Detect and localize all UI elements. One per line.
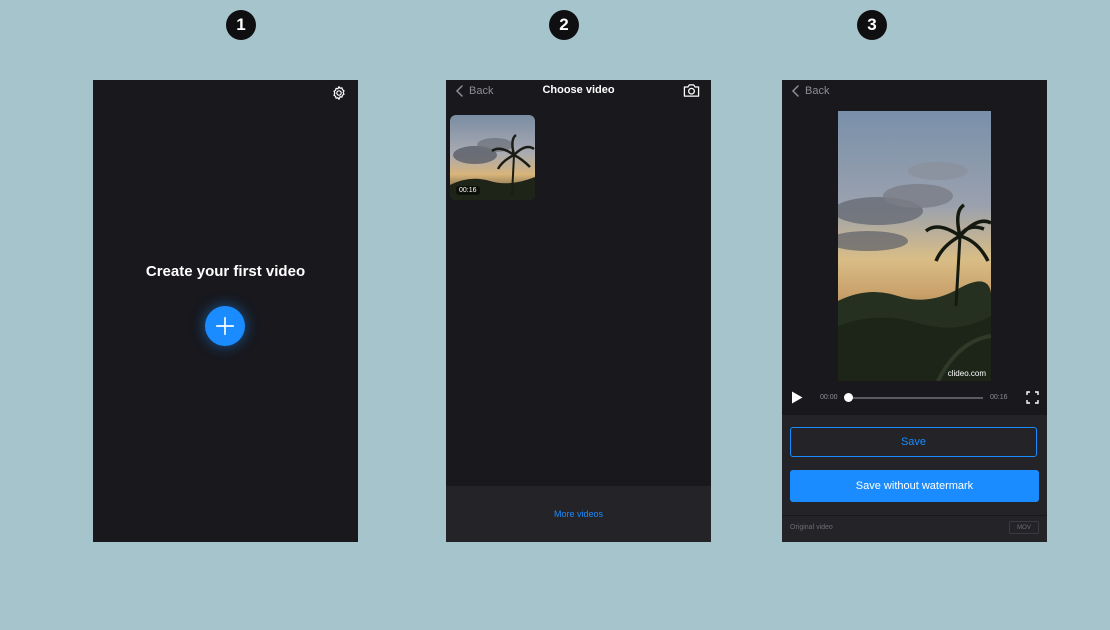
screen-choose-video: Back Choose video 00:16 More videos <box>446 80 711 542</box>
camera-icon[interactable] <box>683 83 700 98</box>
total-time: 00:16 <box>990 394 1008 401</box>
page-title: Create your first video <box>145 263 306 280</box>
watermark: clideo.com <box>947 369 986 378</box>
video-player[interactable]: clideo.com <box>838 111 991 381</box>
format-select[interactable]: MOV <box>1009 521 1039 534</box>
step-3-badge: 3 <box>857 10 887 40</box>
play-button[interactable] <box>791 391 803 404</box>
footer-bar: More videos <box>446 486 711 542</box>
fullscreen-button[interactable] <box>1026 391 1039 404</box>
more-videos-link[interactable]: More videos <box>554 509 603 519</box>
gear-icon[interactable] <box>331 85 347 101</box>
save-without-watermark-button[interactable]: Save without watermark <box>790 470 1039 502</box>
divider <box>782 515 1047 516</box>
fullscreen-icon <box>1026 391 1039 404</box>
back-label: Back <box>805 85 830 97</box>
screen-create-video: Create your first video <box>93 80 358 542</box>
step-1-badge: 1 <box>226 10 256 40</box>
back-button[interactable]: Back <box>791 84 829 98</box>
play-icon <box>792 391 803 404</box>
export-panel: Save Save without watermark Original vid… <box>782 415 1047 542</box>
progress-track[interactable] <box>848 397 983 399</box>
video-duration: 00:16 <box>456 186 480 195</box>
step-2-badge: 2 <box>549 10 579 40</box>
plus-icon <box>215 316 235 336</box>
video-frame-image <box>838 111 991 381</box>
screen-preview-video: Back clideo.com 00:00 00:16 Save Save wi… <box>782 80 1047 542</box>
chevron-left-icon <box>791 85 799 97</box>
page-title: Choose video <box>542 84 615 96</box>
scrubber-handle[interactable] <box>844 393 853 402</box>
add-video-button[interactable] <box>205 306 245 346</box>
original-video-label: Original video <box>790 524 833 531</box>
current-time: 00:00 <box>820 394 838 401</box>
save-button[interactable]: Save <box>790 427 1037 457</box>
video-thumbnail[interactable]: 00:16 <box>450 115 535 200</box>
